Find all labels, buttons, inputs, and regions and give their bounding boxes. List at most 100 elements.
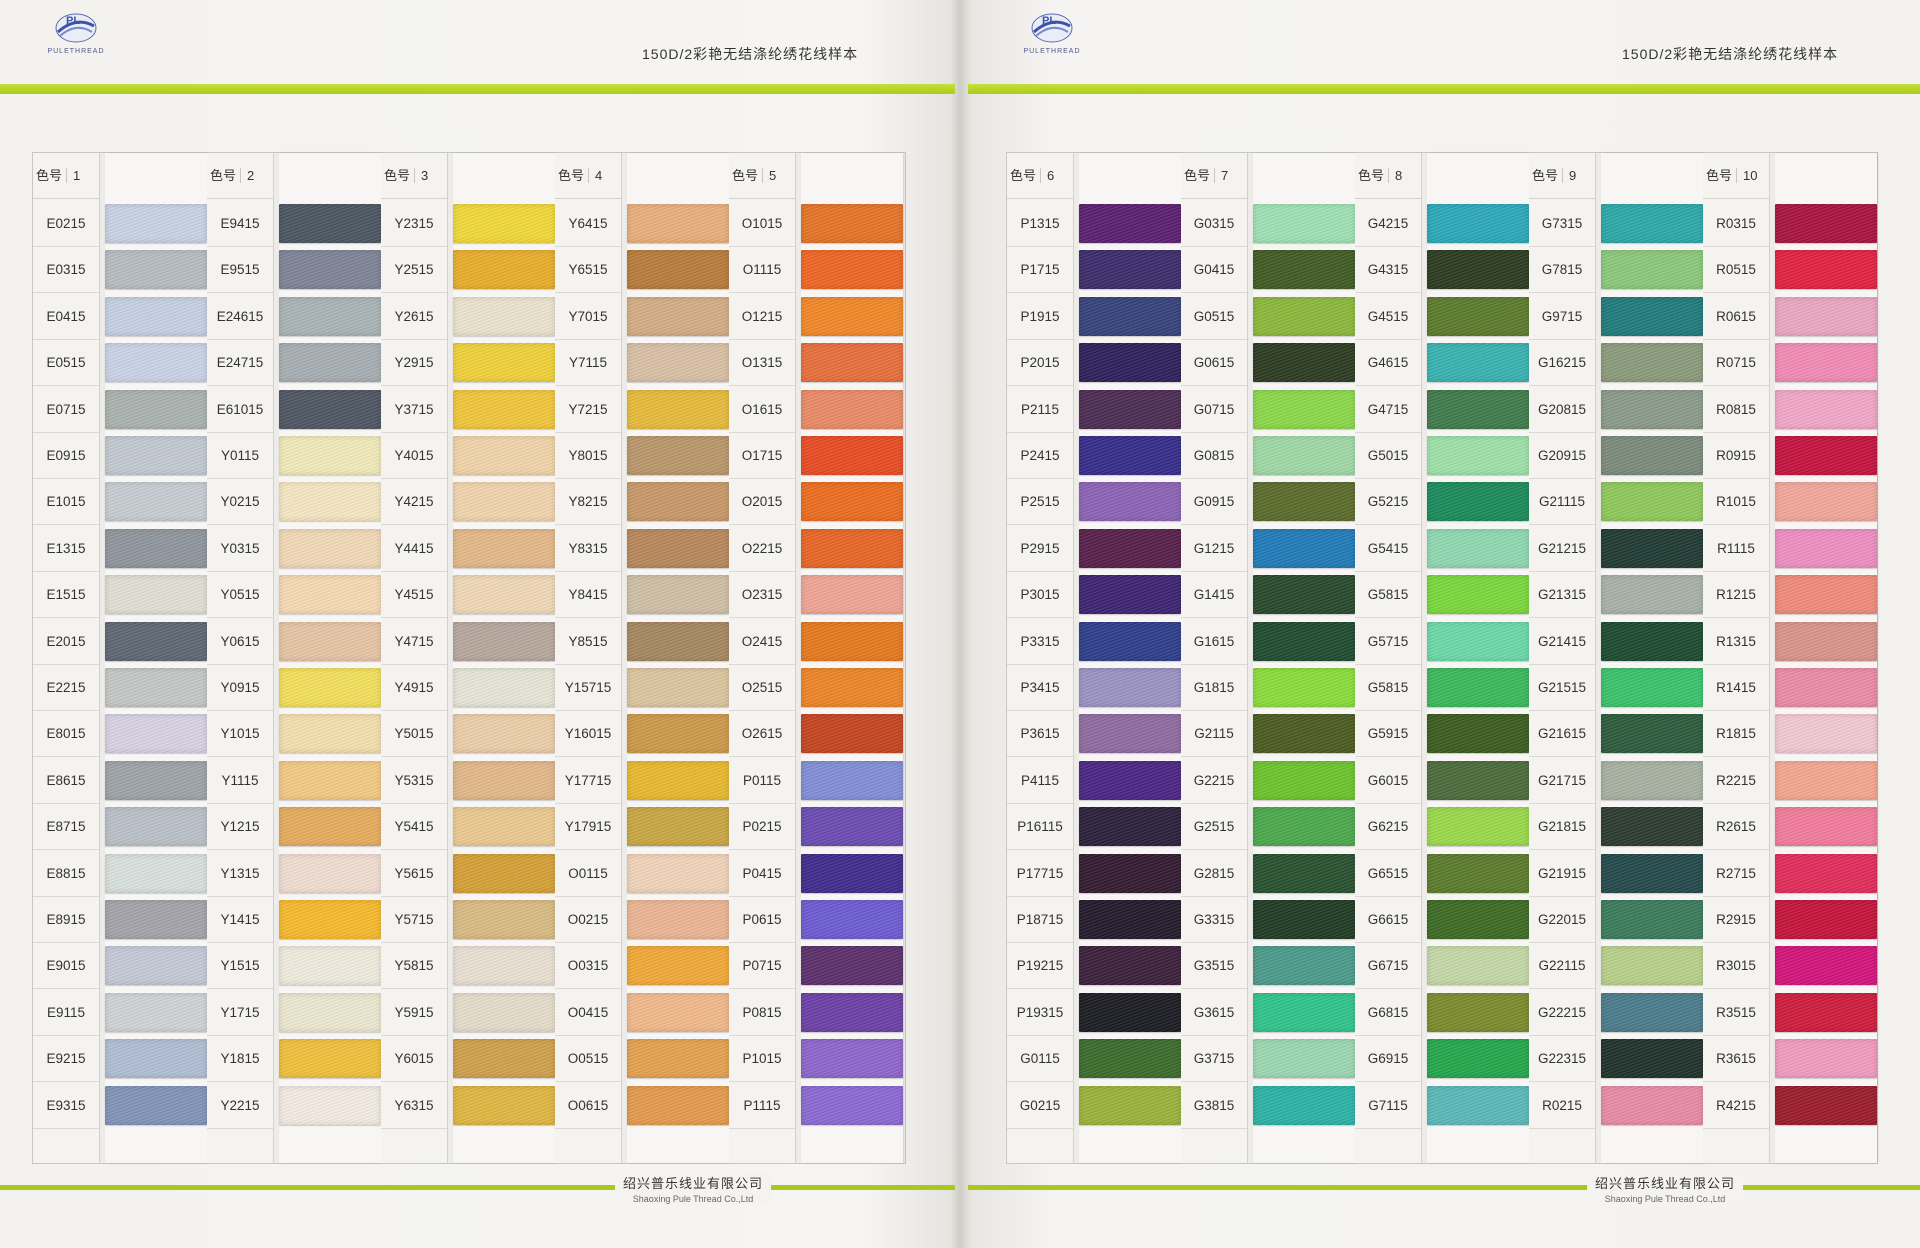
thread-swatch [1775,296,1877,336]
thread-swatch [801,853,903,893]
color-code: Y16015 [555,711,621,758]
color-code: G3815 [1181,1083,1247,1129]
color-column-8: 色号 8 G4215 G4315 G4515 G4615 G4715 G5015 G5215 G5… [1355,153,1529,1163]
thread-swatch [105,946,207,986]
thread-swatch [105,575,207,615]
color-code: G1415 [1181,572,1247,619]
color-code: O2015 [729,479,795,526]
thread-swatch [453,575,555,615]
thread-swatch [627,389,729,429]
thread-swatch [1427,528,1529,568]
color-code: R3015 [1703,943,1769,990]
color-code: P4115 [1007,758,1073,804]
column-header-label: 色号 [1184,168,1216,183]
thread-swatch [1427,575,1529,615]
thread-swatch [801,204,903,243]
thread-swatch [1775,389,1877,429]
color-code: R3615 [1703,1036,1769,1083]
thread-swatch [1079,482,1181,522]
thread-swatch [105,436,207,475]
color-column-1: 色号 1 E0215 E0315 E0415 E0515 E0715 E0915 E1015 E1… [33,153,207,1163]
thread-swatch [453,760,555,800]
color-column-4: 色号 4 Y6415 Y6515 Y7015 Y7115 Y7215 Y8015 Y8215 Y8… [555,153,729,1163]
swatch-panel: 色号 6 P1315 P1715 P1915 P2015 P2115 P2415 P2515 P2… [1006,152,1878,1164]
color-code: G0215 [1007,1083,1073,1129]
thread-swatch [279,296,381,336]
color-code: Y2315 [381,201,447,247]
thread-swatch [627,853,729,893]
thread-swatch [801,1039,903,1079]
column-header: 色号 3 [381,153,447,199]
thread-swatch [627,436,729,475]
thread-swatch [453,482,555,522]
thread-swatch [453,1039,555,1079]
column-header: 色号 5 [729,153,795,199]
color-code: Y5315 [381,758,447,804]
column-header: 色号 7 [1181,153,1247,199]
thread-swatch [279,575,381,615]
color-code: R2715 [1703,851,1769,897]
color-code: Y6415 [555,201,621,247]
color-code: G21815 [1529,804,1595,851]
color-code: P0615 [729,897,795,943]
color-code: Y4415 [381,526,447,572]
column-header-label: 色号 [1532,168,1564,183]
color-code: E0315 [33,247,99,294]
thread-swatch [1601,760,1703,800]
color-code: G22015 [1529,897,1595,943]
color-code: G2115 [1181,711,1247,758]
thread-swatch [1427,946,1529,986]
color-code: G21215 [1529,526,1595,572]
color-code: O2615 [729,711,795,758]
thread-swatch [1775,714,1877,754]
color-code: P3015 [1007,572,1073,619]
thread-swatch [105,807,207,847]
thread-swatch [627,621,729,661]
thread-swatch [1601,296,1703,336]
thread-swatch [1775,436,1877,475]
color-code: O0415 [555,990,621,1036]
thread-swatch [1427,760,1529,800]
thread-swatch [627,668,729,707]
color-code: G21715 [1529,758,1595,804]
thread-swatch [105,343,207,383]
color-code: R1815 [1703,711,1769,758]
color-code: G1615 [1181,619,1247,665]
thread-swatch [105,668,207,707]
column-header-label: 色号 [1010,168,1042,183]
color-code: G0315 [1181,201,1247,247]
color-code: G4315 [1355,247,1421,294]
thread-swatch [627,807,729,847]
color-code: E9415 [207,201,273,247]
thread-swatch [1079,575,1181,615]
color-code: G6515 [1355,851,1421,897]
color-code: Y2615 [381,294,447,340]
thread-swatch [801,482,903,522]
column-header: 色号 10 [1703,153,1769,199]
thread-swatch [1253,1039,1355,1079]
thread-swatch [1427,900,1529,939]
thread-swatch [279,204,381,243]
thread-swatch [1427,714,1529,754]
pulethread-logo: PL PULETHREAD [46,8,106,68]
thread-swatch [1601,900,1703,939]
thread-swatch [627,946,729,986]
column-header: 色号 2 [207,153,273,199]
thread-swatch [279,482,381,522]
thread-swatch [1427,1039,1529,1079]
color-code: R2615 [1703,804,1769,851]
color-code: Y15715 [555,665,621,711]
thread-swatch [279,621,381,661]
thread-swatch [1601,1085,1703,1125]
color-code: P0215 [729,804,795,851]
color-code: G1215 [1181,526,1247,572]
thread-swatch [105,389,207,429]
color-code: O2315 [729,572,795,619]
color-code: P0115 [729,758,795,804]
color-code: G2515 [1181,804,1247,851]
color-code: G21915 [1529,851,1595,897]
thread-swatch [627,714,729,754]
thread-swatch [1601,946,1703,986]
color-code: P1715 [1007,247,1073,294]
color-code: R2215 [1703,758,1769,804]
